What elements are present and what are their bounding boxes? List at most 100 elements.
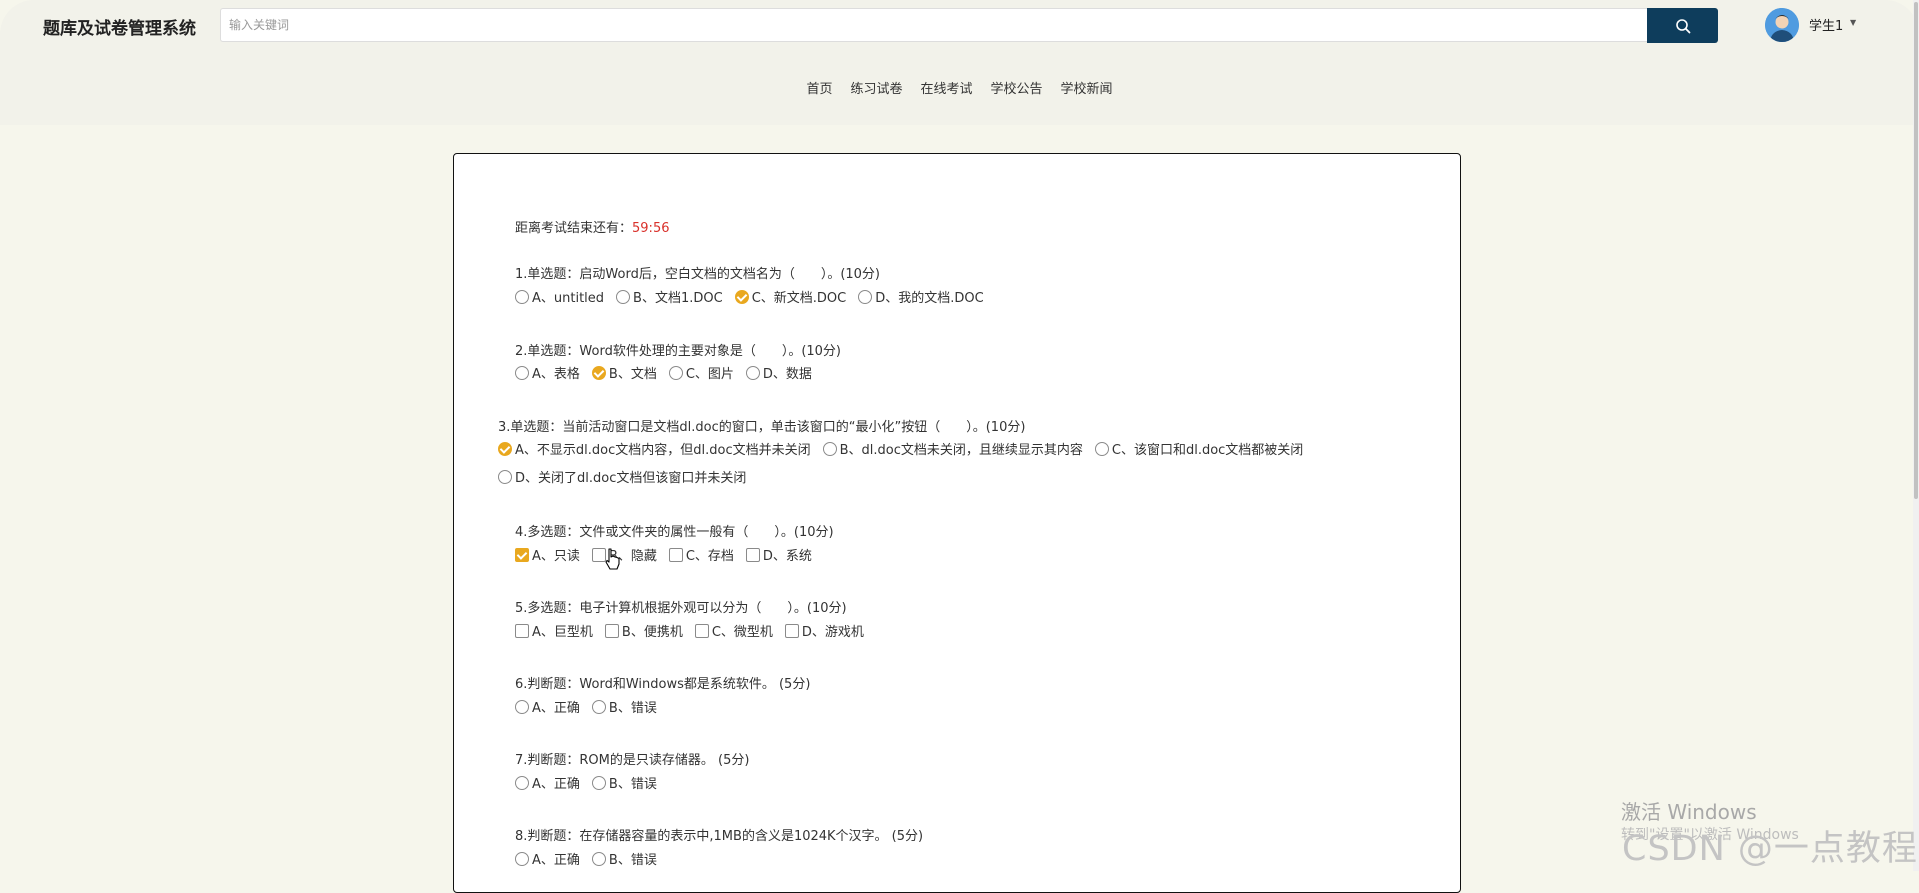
radio-button[interactable] [591,775,606,790]
checkbox[interactable] [745,547,760,562]
checkbox[interactable] [784,623,799,638]
radio-button[interactable] [591,699,606,714]
option-label: C、微型机 [711,625,773,640]
option-label: D、我的文档.DOC [875,291,984,306]
search-input[interactable] [220,8,1647,42]
question-title: 3.单选题：当前活动窗口是文档dl.doc的窗口，单击该窗口的“最小化”按钮（ … [498,420,1026,435]
answer-radio-option[interactable]: A、正确 [515,697,580,716]
answer-options: A、不显示dl.doc文档内容，但dl.doc文档并未关闭 B、dl.doc文档未… [498,439,1315,458]
radio-button[interactable] [515,775,529,790]
radio-button[interactable] [515,289,529,304]
answer-checkbox-option[interactable]: A、只读 [515,545,580,564]
option-label: D、数据 [762,367,812,382]
csdn-watermark: CSDN @一点教程 [1622,829,1918,869]
search-button[interactable] [1647,8,1718,43]
answer-checkbox-option[interactable]: B、便携机 [604,621,683,640]
caret-down-icon[interactable]: ▼ [1850,18,1856,27]
radio-button[interactable] [515,365,529,380]
nav-item[interactable]: 学校新闻 [1061,78,1113,97]
answer-radio-option[interactable]: B、错误 [591,773,657,792]
answer-radio-option[interactable]: B、错误 [591,849,657,868]
site-title[interactable]: 题库及试卷管理系统 [43,14,196,39]
answer-radio-option[interactable]: D、我的文档.DOC [858,287,984,306]
radio-button[interactable] [734,289,749,304]
radio-button[interactable] [515,851,529,866]
radio-button[interactable] [745,365,760,380]
radio-button[interactable] [668,365,683,380]
answer-checkbox-option[interactable]: B、隐藏 [591,545,657,564]
radio-button[interactable] [515,699,529,714]
option-label: B、文档1.DOC [633,291,723,306]
answer-radio-option[interactable]: B、文档1.DOC [616,287,723,306]
answer-radio-option[interactable]: A、正确 [515,849,580,868]
answer-radio-option[interactable]: D、关闭了dl.doc文档但该窗口并未关闭 [498,467,746,486]
timer-label: 距离考试结束还有： [515,221,633,236]
checkbox[interactable] [694,623,709,638]
option-label: B、错误 [608,777,657,792]
radio-button[interactable] [498,469,512,484]
user-name[interactable]: 学生1 [1809,15,1843,34]
radio-button[interactable] [1094,441,1109,456]
answer-radio-option[interactable]: C、该窗口和dl.doc文档都被关闭 [1094,439,1304,458]
timer-value: 59:56 [632,221,670,236]
checkbox[interactable] [515,547,529,562]
option-label: B、文档 [608,367,657,382]
answer-radio-option[interactable]: B、dl.doc文档未关闭，且继续显示其内容 [822,439,1083,458]
checkbox[interactable] [668,547,683,562]
checkbox[interactable] [515,623,529,638]
nav-item[interactable]: 首页 [806,78,832,97]
option-label: D、关闭了dl.doc文档但该窗口并未关闭 [515,471,747,486]
exam-timer: 距离考试结束还有：59:56 [515,217,669,236]
answer-options: A、untitled B、文档1.DOC C、新文档.DOC D、我的文档.DOC [515,287,996,306]
answer-radio-option[interactable]: C、新文档.DOC [734,287,846,306]
question-title: 7.判断题：ROM的是只读存储器。 (5分) [515,753,750,768]
radio-button[interactable] [591,851,606,866]
question-title: 1.单选题：启动Word后，空白文档的文档名为（ ）。(10分) [515,267,881,282]
option-label: B、错误 [608,853,657,868]
answer-checkbox-option[interactable]: A、巨型机 [515,621,593,640]
radio-button[interactable] [822,441,837,456]
radio-button[interactable] [498,441,512,456]
answer-radio-option[interactable]: B、文档 [591,363,657,382]
option-label: D、游戏机 [801,625,864,640]
answer-radio-option[interactable]: A、正确 [515,773,580,792]
option-label: D、系统 [762,549,812,564]
option-label: C、存档 [685,549,734,564]
answer-checkbox-option[interactable]: C、存档 [668,545,734,564]
option-label: A、不显示dl.doc文档内容，但dl.doc文档并未关闭 [515,443,811,458]
option-label: A、正确 [532,701,580,716]
option-label: A、巨型机 [532,625,593,640]
nav-item[interactable]: 练习试卷 [850,78,902,97]
option-label: A、只读 [532,549,580,564]
answer-radio-option[interactable]: C、图片 [668,363,734,382]
scrollbar-thumb[interactable] [1914,2,1918,499]
answer-options: A、正确 B、错误 [515,773,669,792]
option-label: A、正确 [532,777,580,792]
answer-checkbox-option[interactable]: D、系统 [745,545,812,564]
answer-checkbox-option[interactable]: D、游戏机 [784,621,864,640]
nav-item[interactable]: 学校公告 [991,78,1043,97]
answer-options: A、只读 B、隐藏 C、存档 D、系统 [515,545,824,564]
radio-button[interactable] [858,289,873,304]
answer-radio-option[interactable]: D、数据 [745,363,812,382]
checkbox[interactable] [604,623,619,638]
radio-button[interactable] [591,365,606,380]
option-label: A、正确 [532,853,580,868]
answer-radio-option[interactable]: B、错误 [591,697,657,716]
top-header: 题库及试卷管理系统 学生1 ▼ 首页练习试卷在线考试学校公告学校新闻 [0,0,1919,125]
answer-options: A、正确 B、错误 [515,697,669,716]
answer-checkbox-option[interactable]: C、微型机 [694,621,773,640]
answer-radio-option[interactable]: A、表格 [515,363,580,382]
user-avatar-icon[interactable] [1765,8,1799,42]
nav-item[interactable]: 在线考试 [920,78,972,97]
question-title: 4.多选题：文件或文件夹的属性一般有（ ）。(10分) [515,525,834,540]
option-label: C、该窗口和dl.doc文档都被关闭 [1111,443,1304,458]
question-title: 6.判断题：Word和Windows都是系统软件。 (5分) [515,677,811,692]
search-icon [1675,18,1690,33]
radio-button[interactable] [616,289,631,304]
hand-cursor-icon [605,548,620,570]
answer-radio-option[interactable]: A、untitled [515,287,604,306]
answer-options: A、巨型机 B、便携机 C、微型机 D、游戏机 [515,621,876,640]
answer-radio-option[interactable]: A、不显示dl.doc文档内容，但dl.doc文档并未关闭 [498,439,811,458]
option-label: A、表格 [532,367,580,382]
